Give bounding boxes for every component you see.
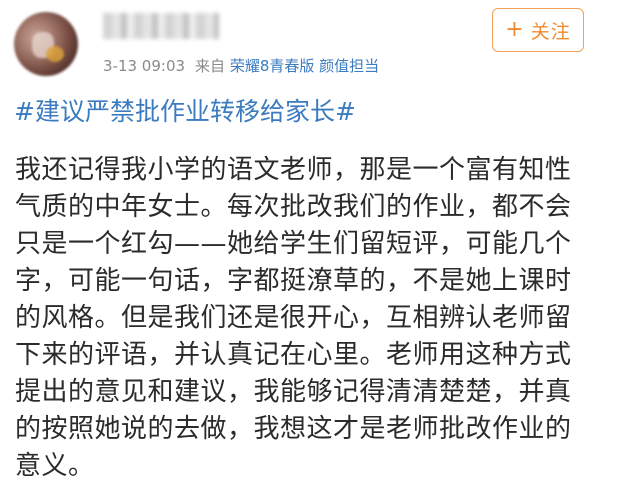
follow-button[interactable]: + 关注 bbox=[492, 8, 584, 52]
body-line: 气质的中年女士。每次批改我们的作业，都不会 bbox=[15, 192, 572, 222]
body-line: 的风格。但是我们还是很开心，互相辨认老师留 bbox=[15, 303, 572, 333]
device-link[interactable]: 荣耀8青春版 颜值担当 bbox=[230, 57, 379, 75]
body-line: 我还记得我小学的语文老师，那是一个富有知性 bbox=[15, 155, 572, 185]
username-obscured[interactable] bbox=[103, 13, 219, 39]
post-meta: 3-13 09:03 来自 荣耀8青春版 颜值担当 bbox=[103, 56, 379, 76]
weibo-post: 3-13 09:03 来自 荣耀8青春版 颜值担当 + 关注 #建议严禁批作业转移… bbox=[0, 0, 621, 495]
body-line: 提出的意见和建议，我能够记得清清楚楚，并真 bbox=[15, 377, 572, 407]
body-line: 字，可能一句话，字都挺潦草的，不是她上课时 bbox=[15, 266, 572, 296]
body-line: 意义。 bbox=[15, 451, 95, 481]
body-line: 下来的评语，并认真记在心里。老师用这种方式 bbox=[15, 340, 572, 370]
post-body: 我还记得我小学的语文老师，那是一个富有知性 气质的中年女士。每次批改我们的作业，… bbox=[15, 152, 595, 485]
timestamp: 3-13 09:03 bbox=[103, 57, 186, 75]
avatar-accent bbox=[46, 46, 64, 62]
hashtag-link[interactable]: #建议严禁批作业转移给家长# bbox=[14, 96, 356, 128]
source-prefix: 来自 bbox=[195, 57, 226, 75]
follow-label: 关注 bbox=[530, 20, 571, 43]
body-line: 的按照她说的去做，我想这才是老师批改作业的 bbox=[15, 414, 572, 444]
body-line: 只是一个红勾——她给学生们留短评，可能几个 bbox=[15, 229, 572, 259]
avatar[interactable] bbox=[14, 12, 78, 76]
plus-icon: + bbox=[505, 17, 525, 42]
